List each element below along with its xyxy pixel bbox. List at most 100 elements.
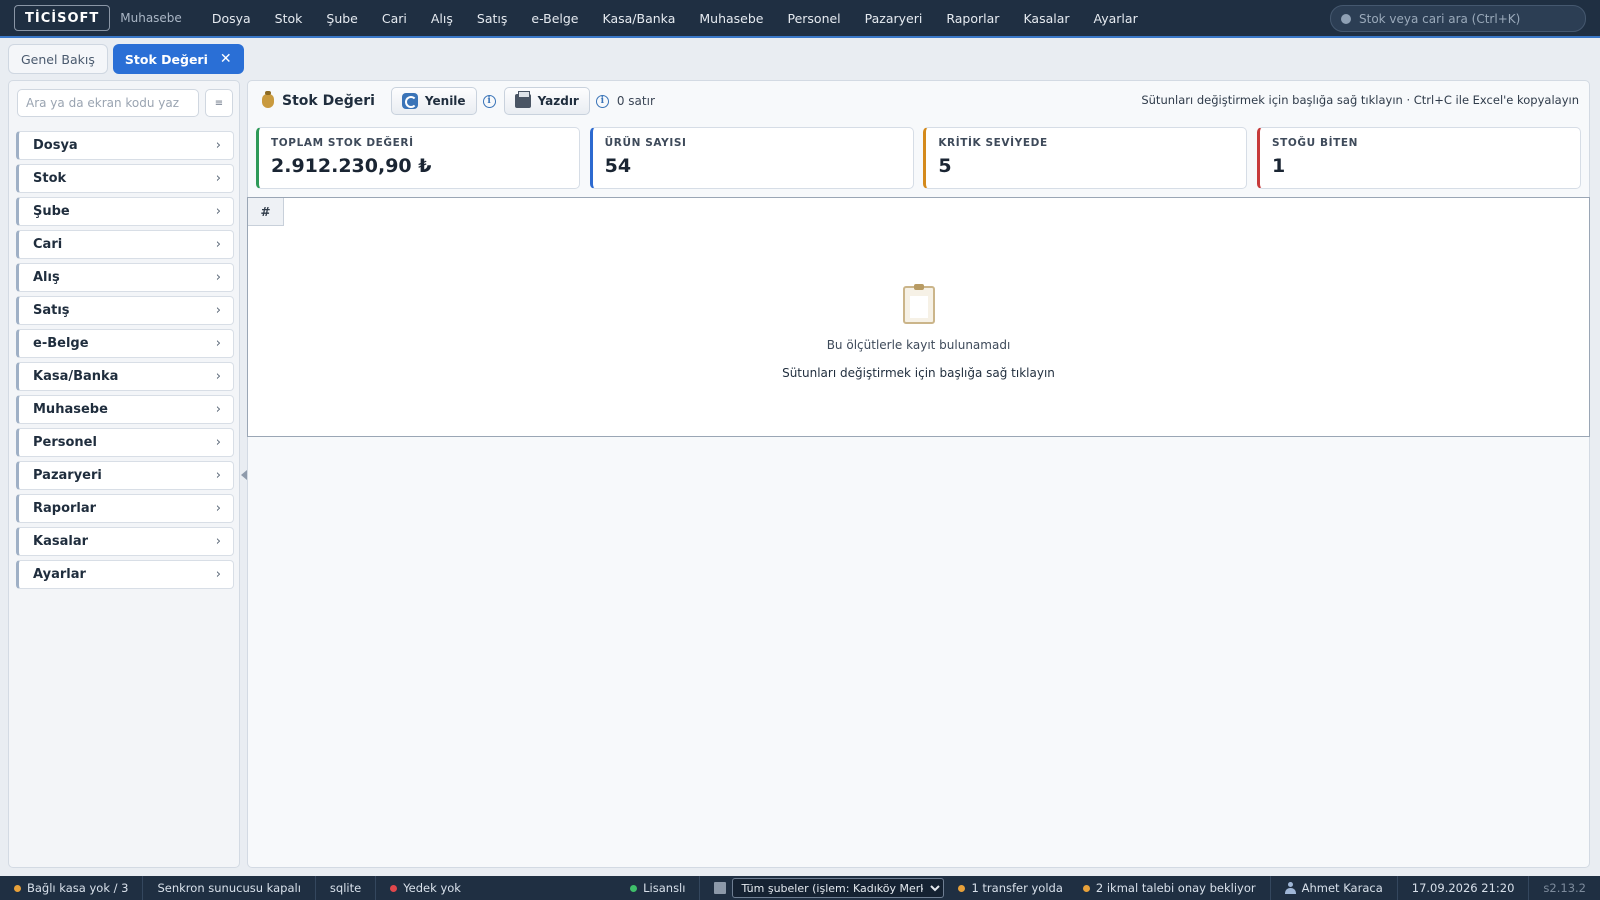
tab-strip: Genel Bakış Stok Değeri ✕ [0, 40, 1600, 78]
status-backup: Yedek yok [376, 876, 475, 900]
global-search[interactable] [1330, 5, 1586, 32]
empty-state-title: Bu ölçütlerle kayıt bulunamadı [826, 338, 1011, 352]
sidebar-item-ayarlar[interactable]: Ayarlar › [16, 560, 234, 589]
nav-dosya[interactable]: Dosya [200, 0, 263, 37]
sidebar-item-sube[interactable]: Şube › [16, 197, 234, 226]
nav-e-belge[interactable]: e-Belge [519, 0, 590, 37]
nav-alis[interactable]: Alış [419, 0, 465, 37]
chevron-right-icon: › [215, 402, 221, 417]
status-right: Lisanslı Tüm şubeler (işlem: Kadıköy Mer… [616, 876, 1600, 900]
column-header-index[interactable]: # [248, 198, 284, 226]
tab-genel-bakis[interactable]: Genel Bakış [8, 44, 108, 74]
status-dot-icon [630, 884, 638, 892]
chevron-right-icon: › [215, 369, 221, 384]
status-text[interactable]: 1 transfer yolda [971, 881, 1062, 895]
sidebar-item-alis[interactable]: Alış › [16, 263, 234, 292]
nav-kasa-banka[interactable]: Kasa/Banka [591, 0, 688, 37]
sidebar-item-raporlar[interactable]: Raporlar › [16, 494, 234, 523]
sidebar-item-label: Muhasebe [33, 402, 108, 417]
card-value: 1 [1271, 155, 1286, 177]
search-icon [1341, 13, 1351, 24]
data-grid: # Bu ölçütlerle kayıt bulunamadı Sütunla… [247, 197, 1590, 437]
branch-select[interactable]: Tüm şubeler (işlem: Kadıköy Merkez) [732, 878, 945, 898]
nav-kasalar[interactable]: Kasalar [1011, 0, 1081, 37]
menu-icon[interactable]: ≡ [205, 89, 233, 117]
card-product-count: ÜRÜN SAYISI 54 [589, 127, 914, 189]
refresh-icon [401, 93, 418, 109]
user-icon [1284, 882, 1296, 894]
status-text: Yedek yok [403, 881, 461, 895]
app-logo[interactable]: TİCİSOFT [14, 5, 111, 31]
top-bar: TİCİSOFT Muhasebe Dosya Stok Şube Cari A… [0, 0, 1600, 38]
money-bag-icon [262, 91, 274, 108]
status-bar: Bağlı kasa yok / 3 Senkron sunucusu kapa… [0, 876, 1600, 900]
tab-stok-degeri[interactable]: Stok Değeri ✕ [112, 44, 244, 74]
sidebar: ≡ Dosya › Stok › Şube › Cari › Alış › Satış › … [8, 80, 240, 868]
sidebar-item-stok[interactable]: Stok › [16, 164, 234, 193]
sidebar-item-label: Şube [33, 204, 70, 219]
nav-muhasebe[interactable]: Muhasebe [687, 0, 775, 37]
status-text[interactable]: 2 ikmal talebi onay bekliyor [1096, 881, 1256, 895]
status-dot-icon [390, 884, 398, 892]
sidebar-item-label: Pazaryeri [33, 468, 102, 483]
nav-pazaryeri[interactable]: Pazaryeri [853, 0, 935, 37]
top-nav: Dosya Stok Şube Cari Alış Satış e-Belge … [200, 0, 1150, 37]
card-total-stock-value: TOPLAM STOK DEĞERİ 2.912.230,90 ₺ [256, 127, 580, 189]
sidebar-item-satis[interactable]: Satış › [16, 296, 234, 325]
sidebar-item-dosya[interactable]: Dosya › [16, 131, 234, 160]
toolbar-hint: Sütunları değiştirmek için başlığa sağ t… [1141, 93, 1579, 107]
status-user[interactable]: Ahmet Karaca [1271, 876, 1398, 900]
sidebar-item-cari[interactable]: Cari › [16, 230, 234, 259]
empty-state-hint: Sütunları değiştirmek için başlığa sağ t… [782, 366, 1055, 380]
status-sync: Senkron sunucusu kapalı [143, 876, 316, 900]
status-dot-icon [1082, 884, 1090, 892]
status-text: sqlite [329, 881, 362, 895]
card-value: 5 [938, 155, 952, 177]
nav-sube[interactable]: Şube [314, 0, 369, 37]
sidebar-item-muhasebe[interactable]: Muhasebe › [16, 395, 234, 424]
sidebar-item-label: Alış [33, 270, 60, 285]
card-label: STOĞU BİTEN [1271, 137, 1359, 149]
info-icon[interactable]: i [482, 94, 496, 108]
refresh-button[interactable]: Yenile [390, 87, 477, 115]
status-dot-icon [14, 884, 21, 892]
nav-satis[interactable]: Satış [465, 0, 519, 37]
sidebar-item-kasa-banka[interactable]: Kasa/Banka › [16, 362, 234, 391]
main-panel: Stok Değeri Yenile i Yazdır i 0 satır Sü… [247, 80, 1590, 868]
sidebar-item-personel[interactable]: Personel › [16, 428, 234, 457]
nav-raporlar[interactable]: Raporlar [934, 0, 1011, 37]
sidebar-search-input[interactable] [17, 89, 199, 117]
status-text: Ahmet Karaca [1301, 881, 1383, 895]
sidebar-item-label: Kasalar [33, 534, 88, 549]
chevron-right-icon: › [215, 237, 221, 252]
global-search-input[interactable] [1359, 11, 1579, 26]
info-icon[interactable]: i [595, 94, 609, 108]
nav-cari[interactable]: Cari [370, 0, 419, 37]
status-requests: 2 ikmal talebi onay bekliyor [1069, 876, 1271, 900]
sidebar-item-label: Kasa/Banka [33, 369, 119, 384]
sidebar-item-label: e-Belge [33, 336, 89, 351]
card-value: 54 [604, 155, 632, 177]
chevron-right-icon: › [215, 204, 221, 219]
chevron-right-icon: › [215, 270, 221, 285]
tab-label: Stok Değeri [124, 51, 208, 67]
building-icon [714, 882, 727, 894]
nav-stok[interactable]: Stok [263, 0, 315, 37]
sidebar-item-label: Personel [33, 435, 97, 450]
print-button[interactable]: Yazdır [503, 87, 590, 115]
print-label: Yazdır [537, 94, 579, 108]
sidebar-item-kasalar[interactable]: Kasalar › [16, 527, 234, 556]
chevron-right-icon: › [215, 138, 221, 153]
status-branch: Tüm şubeler (işlem: Kadıköy Merkez) [700, 876, 950, 900]
sidebar-menu: Dosya › Stok › Şube › Cari › Alış › Satış › e-… [16, 131, 234, 593]
close-icon[interactable]: ✕ [220, 51, 232, 67]
nav-personel[interactable]: Personel [775, 0, 852, 37]
sidebar-item-pazaryeri[interactable]: Pazaryeri › [16, 461, 234, 490]
status-text: Bağlı kasa yok / 3 [27, 881, 129, 895]
stat-cards: TOPLAM STOK DEĞERİ 2.912.230,90 ₺ ÜRÜN S… [256, 127, 1581, 189]
sidebar-item-label: Cari [33, 237, 63, 252]
nav-ayarlar[interactable]: Ayarlar [1082, 0, 1150, 37]
sidebar-item-e-belge[interactable]: e-Belge › [16, 329, 234, 358]
card-critical-level: KRİTİK SEVİYEDE 5 [923, 127, 1248, 189]
clipboard-icon [902, 284, 935, 324]
